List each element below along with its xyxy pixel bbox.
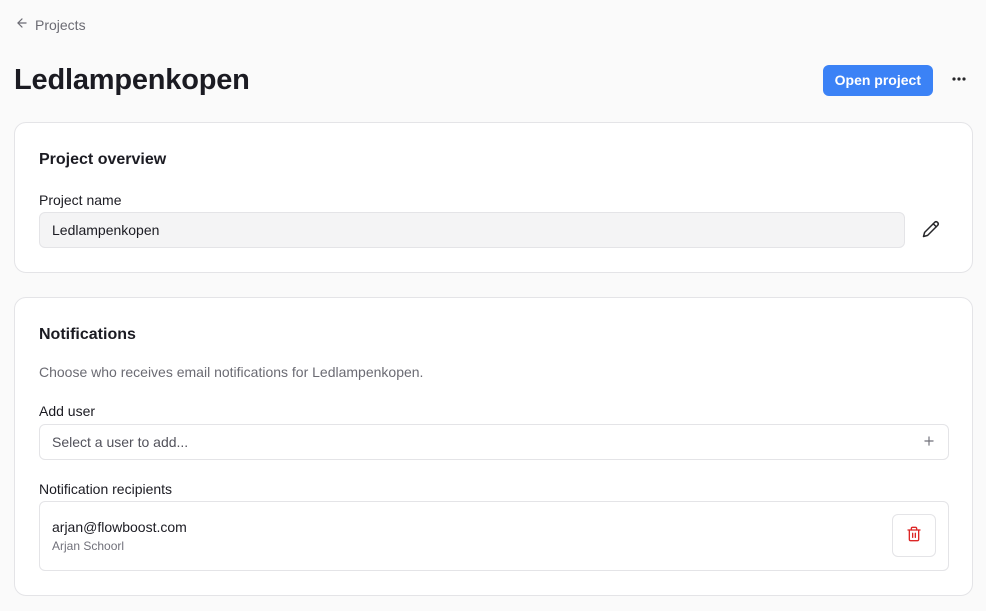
project-name-field[interactable]: Ledlampenkopen — [39, 212, 905, 248]
notifications-description: Choose who receives email notifications … — [39, 364, 424, 380]
notifications-title: Notifications — [39, 326, 136, 343]
page-title: Ledlampenkopen — [14, 63, 250, 96]
page-header: Ledlampenkopen Open project — [14, 60, 973, 100]
breadcrumb-back-link[interactable]: Projects — [15, 16, 86, 33]
arrow-left-icon — [15, 16, 29, 33]
edit-project-name-button[interactable] — [919, 218, 943, 242]
project-overview-title: Project overview — [39, 151, 167, 168]
recipient-email: arjan@flowboost.com — [52, 519, 187, 535]
project-settings-page: Projects Ledlampenkopen Open project Pro… — [0, 0, 986, 611]
list-item: arjan@flowboost.com Arjan Schoorl — [39, 501, 949, 571]
remove-recipient-button[interactable] — [892, 514, 936, 557]
project-name-value: Ledlampenkopen — [52, 222, 160, 238]
header-actions: Open project — [822, 64, 973, 96]
trash-icon — [906, 526, 922, 545]
notification-recipients-label: Notification recipients — [39, 481, 173, 497]
add-user-label: Add user — [39, 403, 96, 419]
project-name-label: Project name — [39, 192, 122, 208]
recipient-name: Arjan Schoorl — [52, 539, 125, 553]
breadcrumb-label: Projects — [35, 16, 86, 33]
notifications-card: Notifications Choose who receives email … — [14, 297, 973, 596]
open-project-button[interactable]: Open project — [822, 64, 933, 96]
more-horizontal-icon — [951, 71, 967, 90]
more-options-button[interactable] — [945, 66, 973, 94]
plus-icon — [922, 434, 936, 451]
pencil-icon — [922, 220, 940, 241]
add-user-placeholder: Select a user to add... — [52, 434, 189, 450]
project-overview-card: Project overview Project name Ledlampenk… — [14, 122, 973, 273]
add-user-select[interactable]: Select a user to add... — [39, 424, 949, 460]
